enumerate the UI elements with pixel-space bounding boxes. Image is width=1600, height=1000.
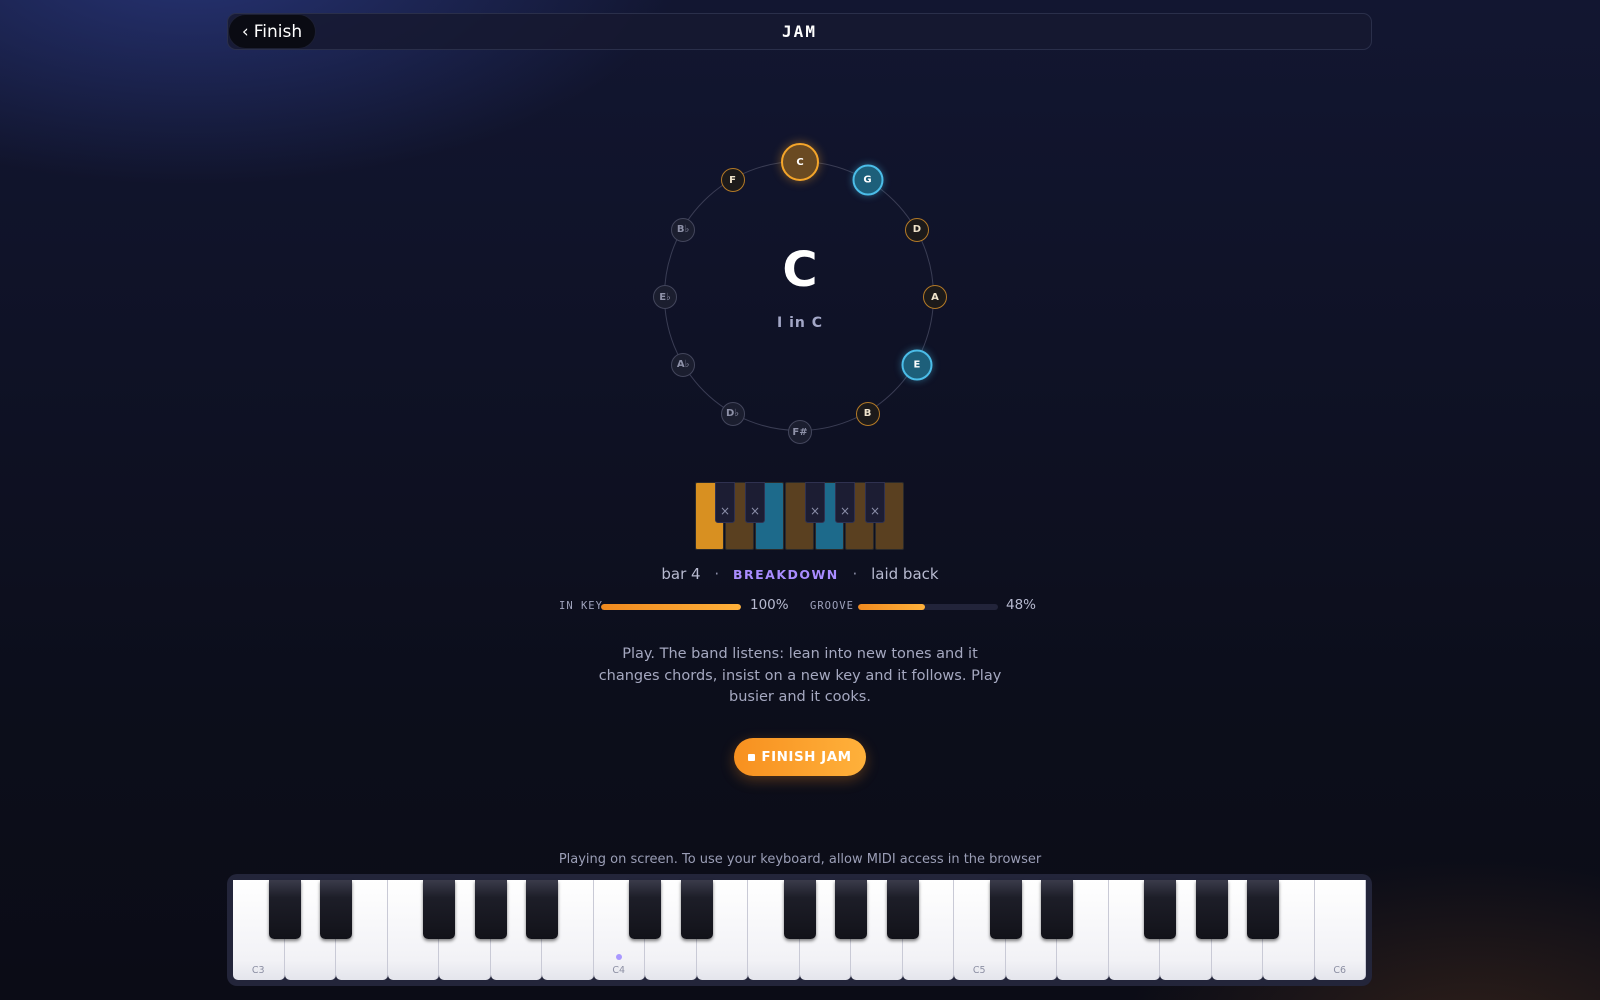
circle-note-e: E <box>901 349 933 380</box>
midi-notice: Playing on screen. To use your keyboard,… <box>558 852 1042 867</box>
out-of-key-icon: × <box>749 504 761 518</box>
circle-note-g: G <box>852 164 883 196</box>
active-key-dot <box>615 954 622 960</box>
groove-meter <box>858 604 998 610</box>
bar-counter: bar 4 <box>661 565 701 583</box>
piano-black-key[interactable] <box>783 880 816 939</box>
circle-note-db: D♭ <box>720 401 745 426</box>
circle-note-d: D <box>904 217 929 242</box>
piano-black-key[interactable] <box>320 880 352 939</box>
piano-key-label: C3 <box>251 965 265 976</box>
circle-note-ab: A♭ <box>671 352 696 377</box>
piano-black-key[interactable] <box>680 880 713 939</box>
section-badge: BREAKDOWN <box>732 567 839 582</box>
piano-black-key[interactable] <box>474 880 507 939</box>
instructions-text: Play. The band listens: lean into new to… <box>598 646 1002 705</box>
separator: · <box>714 565 720 583</box>
in-key-fill <box>601 604 741 610</box>
circle-note-c: C <box>781 143 819 181</box>
piano-black-key[interactable] <box>886 880 919 939</box>
piano-white-key[interactable]: C6 <box>1314 880 1366 980</box>
groove-label: GROOVE <box>810 600 854 612</box>
circle-note-b: B <box>855 401 880 426</box>
piano-black-key[interactable] <box>268 880 301 939</box>
out-of-key-icon: × <box>869 504 881 518</box>
piano-black-key[interactable] <box>1195 880 1228 939</box>
stop-icon <box>748 753 756 761</box>
separator: · <box>852 565 858 583</box>
current-chord: C <box>782 242 818 298</box>
circle-note-eb: E♭ <box>653 285 677 309</box>
finish-jam-label: FINISH JAM <box>761 749 852 765</box>
piano-black-key[interactable] <box>989 880 1022 939</box>
in-key-label: IN KEY <box>559 600 603 612</box>
finish-jam-button[interactable]: FINISH JAM <box>734 738 866 776</box>
mini-black-key: × <box>745 482 765 523</box>
mini-black-key: × <box>835 482 855 523</box>
piano-black-key[interactable] <box>526 880 558 939</box>
roman-numeral: I in C <box>777 315 823 331</box>
out-of-key-icon: × <box>719 504 731 518</box>
piano-key-label: C4 <box>612 965 626 976</box>
status-line: bar 4 · BREAKDOWN · laid back <box>0 565 1600 583</box>
page-title: JAM <box>782 22 817 41</box>
mini-black-key: × <box>715 482 735 523</box>
piano-black-key[interactable] <box>1144 880 1176 939</box>
mini-black-key: × <box>805 482 825 523</box>
groove-fill <box>858 604 926 610</box>
circle-note-bb: B♭ <box>671 217 696 242</box>
meters: IN KEY 100% GROOVE 48% <box>0 597 1600 618</box>
in-key-meter <box>601 604 741 610</box>
piano-black-key[interactable] <box>629 880 661 939</box>
piano-black-key[interactable] <box>835 880 867 939</box>
circle-note-f: F <box>720 168 745 193</box>
top-bar: ‹ Finish JAM <box>227 13 1372 50</box>
chord-mini-keyboard: × × × × × <box>695 482 905 550</box>
piano-black-key[interactable] <box>1247 880 1279 939</box>
piano-key-label: C5 <box>972 965 986 976</box>
feel-label: laid back <box>871 565 939 583</box>
piano-keyboard: C3 C4 C5 C6 <box>227 874 1372 986</box>
piano-key-label: C6 <box>1333 965 1347 976</box>
piano-black-key[interactable] <box>423 880 455 939</box>
circle-note-a: A <box>923 285 947 309</box>
piano-black-key[interactable] <box>1041 880 1073 939</box>
circle-of-fifths: C I in C C G D A E B F# D♭ A♭ E♭ B♭ F <box>650 140 950 450</box>
circle-note-fsharp: F# <box>788 420 812 444</box>
groove-value: 48% <box>1006 597 1037 613</box>
mini-black-key: × <box>865 482 885 523</box>
out-of-key-icon: × <box>839 504 851 518</box>
in-key-value: 100% <box>750 597 789 613</box>
out-of-key-icon: × <box>809 504 821 518</box>
